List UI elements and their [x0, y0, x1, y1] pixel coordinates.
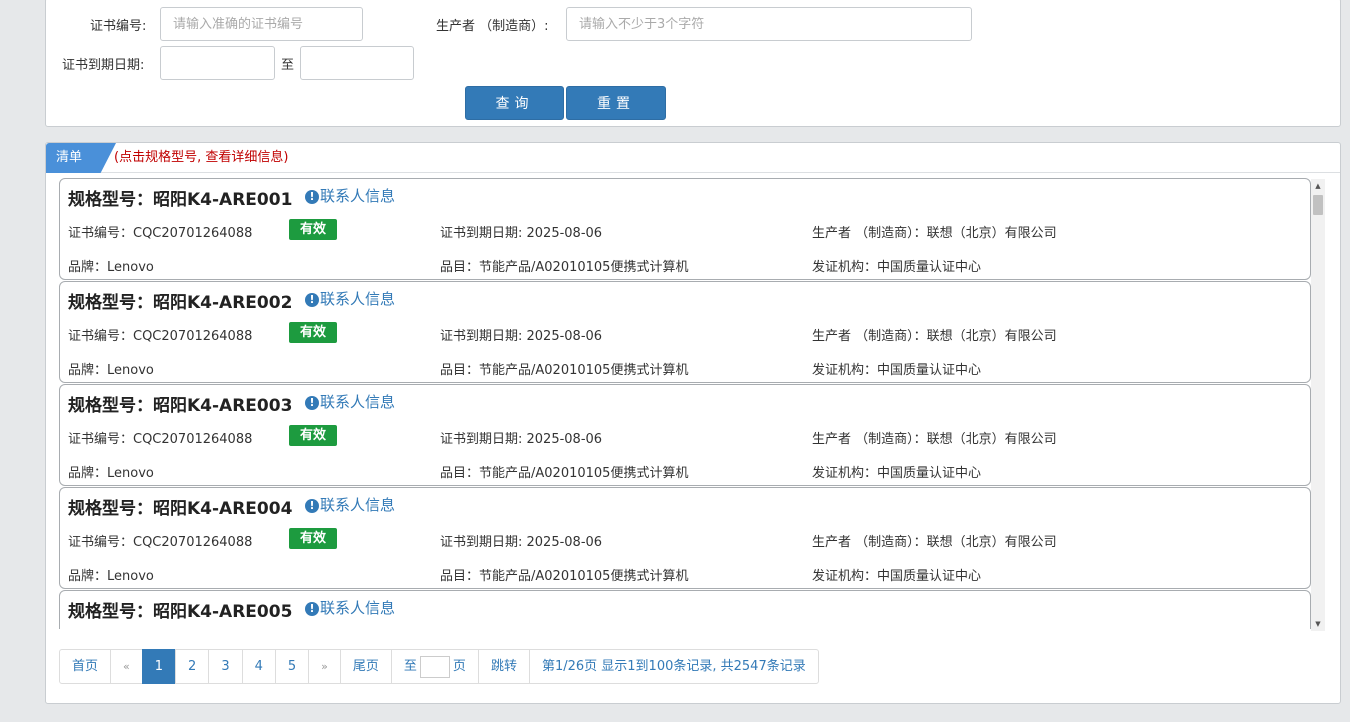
first-page-button[interactable]: 首页: [59, 649, 112, 684]
model-link[interactable]: 规格型号：昭阳K4-ARE005: [68, 597, 292, 622]
goto-suffix: 页: [452, 659, 466, 674]
page-5-button[interactable]: 5: [274, 649, 310, 684]
expiry-label: 证书到期日期:: [62, 58, 145, 73]
list-hint: (点击规格型号, 查看详细信息): [114, 150, 289, 165]
model-link[interactable]: 规格型号：昭阳K4-ARE002: [68, 288, 292, 313]
producer-input[interactable]: [566, 7, 972, 41]
record-card: 规格型号：昭阳K4-ARE001 ! 联系人信息 证书编号：CQC20701264…: [59, 178, 1311, 280]
last-page-button[interactable]: 尾页: [339, 649, 392, 684]
info-icon: !: [305, 602, 319, 616]
scroll-up-icon[interactable]: ▲: [1311, 179, 1325, 193]
page-1-button[interactable]: 1: [141, 649, 177, 684]
model-link[interactable]: 规格型号：昭阳K4-ARE001: [68, 185, 292, 210]
contact-info-label: 联系人信息: [320, 599, 396, 617]
status-badge: 有效: [289, 219, 337, 240]
jump-button[interactable]: 跳转: [477, 649, 530, 684]
model-link[interactable]: 规格型号：昭阳K4-ARE003: [68, 391, 292, 416]
brand: 品牌：Lenovo: [68, 569, 154, 584]
expiry-start-input[interactable]: [160, 46, 275, 80]
contact-info-label: 联系人信息: [320, 496, 396, 514]
list-tab-header: 清单 (点击规格型号, 查看详细信息): [46, 143, 1340, 173]
model-link[interactable]: 规格型号：昭阳K4-ARE004: [68, 494, 292, 519]
pagination: 首页 « 1 2 3 4 5 » 尾页 至页 跳转 第1/26页 显示1到100…: [59, 649, 819, 684]
info-icon: !: [305, 293, 319, 307]
contact-info-link[interactable]: ! 联系人信息: [305, 185, 395, 206]
cert-no: 证书编号：CQC20701264088: [68, 226, 253, 241]
record-card: 规格型号：昭阳K4-ARE004 ! 联系人信息 证书编号：CQC20701264…: [59, 487, 1311, 589]
page-summary: 第1/26页 显示1到100条记录, 共2547条记录: [528, 649, 819, 684]
producer: 生产者 （制造商）：联想（北京）有限公司: [812, 535, 1057, 550]
cert-no-label: 证书编号:: [90, 19, 147, 34]
category: 品目：节能产品/A02010105便携式计算机: [440, 260, 689, 275]
scroll-thumb[interactable]: [1313, 195, 1323, 215]
producer: 生产者 （制造商）：联想（北京）有限公司: [812, 329, 1057, 344]
prev-page-button[interactable]: «: [110, 649, 143, 684]
record-card: 规格型号：昭阳K4-ARE003 ! 联系人信息 证书编号：CQC20701264…: [59, 384, 1311, 486]
expiry-date: 证书到期日期: 2025-08-06: [440, 329, 603, 344]
contact-info-label: 联系人信息: [320, 393, 396, 411]
producer: 生产者 （制造商）：联想（北京）有限公司: [812, 226, 1057, 241]
expiry-date: 证书到期日期: 2025-08-06: [440, 226, 603, 241]
producer-label: 生产者 （制造商）:: [436, 19, 549, 34]
brand: 品牌：Lenovo: [68, 466, 154, 481]
next-page-button[interactable]: »: [308, 649, 341, 684]
expiry-date: 证书到期日期: 2025-08-06: [440, 432, 603, 447]
cert-no: 证书编号：CQC20701264088: [68, 329, 253, 344]
contact-info-label: 联系人信息: [320, 187, 396, 205]
goto-page-input[interactable]: [419, 655, 450, 678]
cert-no: 证书编号：CQC20701264088: [68, 432, 253, 447]
page-2-button[interactable]: 2: [175, 649, 210, 684]
brand: 品牌：Lenovo: [68, 363, 154, 378]
category: 品目：节能产品/A02010105便携式计算机: [440, 569, 689, 584]
list-tab[interactable]: 清单: [46, 143, 116, 173]
scroll-down-icon[interactable]: ▼: [1311, 617, 1325, 631]
contact-info-link[interactable]: ! 联系人信息: [305, 288, 395, 309]
records-list: 规格型号：昭阳K4-ARE001 ! 联系人信息 证书编号：CQC20701264…: [59, 178, 1311, 629]
expiry-end-input[interactable]: [300, 46, 414, 80]
record-card: 规格型号：昭阳K4-ARE005 ! 联系人信息: [59, 590, 1311, 629]
search-panel: 证书编号: 生产者 （制造商）: 证书到期日期: 至 查询 重置: [45, 0, 1341, 127]
status-badge: 有效: [289, 425, 337, 446]
cert-no: 证书编号：CQC20701264088: [68, 535, 253, 550]
category: 品目：节能产品/A02010105便携式计算机: [440, 466, 689, 481]
issuer: 发证机构：中国质量认证中心: [812, 363, 982, 378]
issuer: 发证机构：中国质量认证中心: [812, 569, 982, 584]
issuer: 发证机构：中国质量认证中心: [812, 466, 982, 481]
contact-info-link[interactable]: ! 联系人信息: [305, 494, 395, 515]
producer: 生产者 （制造商）：联想（北京）有限公司: [812, 432, 1057, 447]
contact-info-link[interactable]: ! 联系人信息: [305, 391, 395, 412]
info-icon: !: [305, 396, 319, 410]
brand: 品牌：Lenovo: [68, 260, 154, 275]
expiry-date: 证书到期日期: 2025-08-06: [440, 535, 603, 550]
records-scrollbar[interactable]: ▲ ▼: [1311, 179, 1325, 631]
status-badge: 有效: [289, 322, 337, 343]
cert-no-input[interactable]: [160, 7, 363, 41]
query-button[interactable]: 查询: [465, 86, 564, 120]
goto-page-group: 至页: [390, 649, 479, 684]
issuer: 发证机构：中国质量认证中心: [812, 260, 982, 275]
list-panel: 清单 (点击规格型号, 查看详细信息) 规格型号：昭阳K4-ARE001 ! 联系…: [45, 142, 1341, 704]
range-separator: 至: [281, 58, 295, 73]
contact-info-link[interactable]: ! 联系人信息: [305, 597, 395, 618]
category: 品目：节能产品/A02010105便携式计算机: [440, 363, 689, 378]
info-icon: !: [305, 499, 319, 513]
contact-info-label: 联系人信息: [320, 290, 396, 308]
info-icon: !: [305, 190, 319, 204]
reset-button[interactable]: 重置: [566, 86, 666, 120]
page-4-button[interactable]: 4: [241, 649, 276, 684]
record-card: 规格型号：昭阳K4-ARE002 ! 联系人信息 证书编号：CQC20701264…: [59, 281, 1311, 383]
page-3-button[interactable]: 3: [208, 649, 243, 684]
status-badge: 有效: [289, 528, 337, 549]
goto-prefix: 至: [403, 659, 417, 674]
